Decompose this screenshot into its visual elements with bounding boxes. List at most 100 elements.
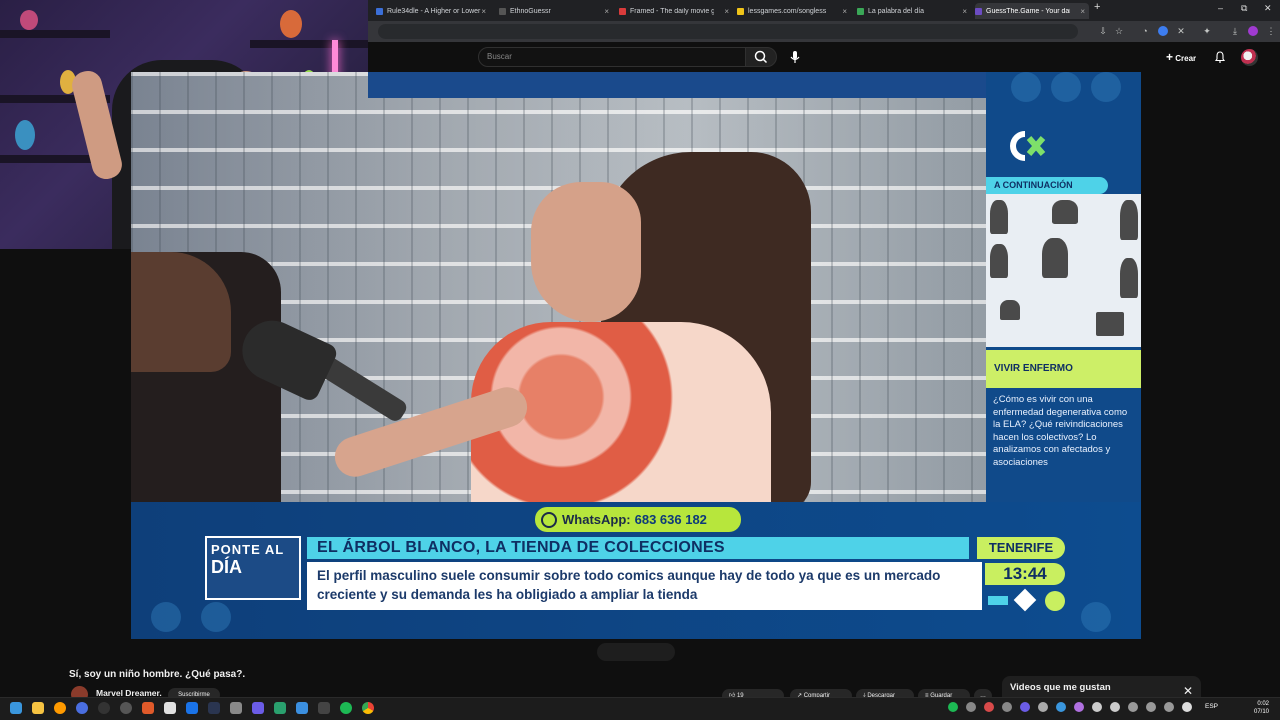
tab-close-icon[interactable]: × <box>724 7 729 16</box>
extension-icon[interactable]: ◔ <box>1140 26 1150 36</box>
address-bar[interactable] <box>378 24 1078 39</box>
extension-icon[interactable]: ✕ <box>1176 26 1186 36</box>
tab-favicon-icon <box>737 7 744 15</box>
windows-start-icon[interactable] <box>10 702 22 714</box>
clock-date: 07/10 <box>1254 709 1270 715</box>
decor-dot <box>1091 72 1121 102</box>
create-button[interactable]: + Crear <box>1166 50 1196 64</box>
next-program-thumbnail <box>986 194 1141 347</box>
whatsapp-banner: WhatsApp: 683 636 182 <box>535 507 741 532</box>
search-input[interactable]: Buscar <box>478 47 746 67</box>
thumbnail-person <box>990 200 1008 234</box>
thumbnail-person <box>1120 258 1138 298</box>
tray-icon[interactable] <box>1002 702 1012 712</box>
app-icon[interactable] <box>98 702 110 714</box>
tray-icon[interactable] <box>1164 702 1174 712</box>
next-program-label: A CONTINUACIÓN <box>986 177 1108 194</box>
app-icon[interactable] <box>76 702 88 714</box>
app-icon[interactable] <box>186 702 198 714</box>
bell-icon[interactable] <box>1214 51 1226 63</box>
show-logo-line1: PONTE AL <box>211 542 285 557</box>
tab-title: Framed - The daily movie guess <box>630 7 714 15</box>
tray-icon[interactable] <box>1056 702 1066 712</box>
app-icon[interactable] <box>142 702 154 714</box>
install-icon[interactable]: ⇩ <box>1098 26 1108 36</box>
discord-icon[interactable] <box>252 702 264 714</box>
close-window-button[interactable]: ✕ <box>1264 3 1272 14</box>
app-icon[interactable] <box>274 702 286 714</box>
bookmark-star-icon[interactable]: ☆ <box>1114 26 1124 36</box>
mic-icon[interactable] <box>788 50 802 64</box>
spotify-icon[interactable] <box>340 702 352 714</box>
thumbnail-person <box>1096 312 1124 336</box>
browser-tab[interactable]: Framed - The daily movie guess × <box>619 3 733 19</box>
news-subline: El perfil masculino suele consumir sobre… <box>307 562 982 610</box>
search-app-icon[interactable] <box>54 702 66 714</box>
profile-icon[interactable] <box>1248 26 1258 36</box>
tray-icon[interactable] <box>948 702 958 712</box>
tab-title: EthnoGuessr <box>510 7 551 15</box>
close-icon[interactable]: ✕ <box>1183 684 1193 698</box>
minimize-button[interactable]: – <box>1218 3 1223 13</box>
news-headline: EL ÁRBOL BLANCO, LA TIENDA DE COLECCIONE… <box>307 537 969 559</box>
tray-icon[interactable] <box>966 702 976 712</box>
tab-close-icon[interactable]: × <box>481 7 486 16</box>
tray-icon[interactable] <box>1074 702 1084 712</box>
tray-icon[interactable] <box>1146 702 1156 712</box>
tab-favicon-icon <box>499 7 506 15</box>
app-icon[interactable] <box>120 702 132 714</box>
browser-tab[interactable]: EthnoGuessr × <box>499 3 613 19</box>
player-progress-pill[interactable] <box>597 643 675 661</box>
browser-tab[interactable]: La palabra del día × <box>857 3 971 19</box>
browser-tab-active[interactable]: GuessThe.Game - Your daily vid × <box>975 3 1089 19</box>
decor-bar <box>988 596 1008 605</box>
tray-icon[interactable] <box>984 702 994 712</box>
decor-dot <box>151 602 181 632</box>
video-player[interactable]: A CONTINUACIÓN VIVIR ENFERMO ¿Cómo es vi… <box>131 72 1141 639</box>
browser-tab[interactable]: Rule34dle - A Higher or Lower × <box>376 3 490 19</box>
shelf <box>0 30 110 38</box>
tab-close-icon[interactable]: × <box>842 7 847 16</box>
steam-icon[interactable] <box>208 702 220 714</box>
tray-icon[interactable] <box>1020 702 1030 712</box>
thumbnail-person <box>1042 238 1068 278</box>
tab-close-icon[interactable]: × <box>604 7 609 16</box>
tab-favicon-icon <box>619 7 626 15</box>
collectible-figure <box>20 10 38 30</box>
download-icon[interactable]: ⤓ <box>1230 26 1240 36</box>
extensions-puzzle-icon[interactable]: ✦ <box>1202 26 1212 36</box>
decor-dot <box>1011 72 1041 102</box>
tray-icon[interactable] <box>1182 702 1192 712</box>
browser-tab[interactable]: lessgames.com/songless × <box>737 3 851 19</box>
app-icon[interactable] <box>164 702 176 714</box>
extension-icon[interactable] <box>1158 26 1168 36</box>
tab-favicon-icon <box>857 7 864 15</box>
thumbnail-person <box>1000 300 1020 320</box>
maximize-button[interactable]: ⧉ <box>1241 3 1247 14</box>
show-logo: PONTE AL DÍA <box>205 536 301 600</box>
tab-close-icon[interactable]: × <box>962 7 967 16</box>
app-icon[interactable] <box>318 702 330 714</box>
tab-title: Rule34dle - A Higher or Lower <box>387 7 481 15</box>
decor-dot <box>201 602 231 632</box>
tab-favicon-icon <box>975 7 982 15</box>
language-indicator[interactable]: ESP <box>1205 703 1218 710</box>
app-icon[interactable] <box>230 702 242 714</box>
tray-icon[interactable] <box>1038 702 1048 712</box>
whatsapp-number: 683 636 182 <box>634 512 707 527</box>
search-button[interactable] <box>745 47 777 67</box>
clock[interactable]: 0:02 07/10 <box>1254 700 1269 716</box>
new-tab-button[interactable]: + <box>1094 1 1100 13</box>
menu-dots-icon[interactable]: ⋮ <box>1266 26 1276 36</box>
tab-title: lessgames.com/songless <box>748 7 827 15</box>
decor-circle <box>1045 591 1065 611</box>
tray-icon[interactable] <box>1110 702 1120 712</box>
app-icon[interactable] <box>296 702 308 714</box>
tray-icon[interactable] <box>1128 702 1138 712</box>
avatar[interactable] <box>1241 49 1258 66</box>
chrome-icon[interactable] <box>362 702 374 714</box>
tab-title: GuessThe.Game - Your daily vid <box>986 7 1070 15</box>
tab-close-icon[interactable]: × <box>1080 7 1085 16</box>
tray-icon[interactable] <box>1092 702 1102 712</box>
file-explorer-icon[interactable] <box>32 702 44 714</box>
